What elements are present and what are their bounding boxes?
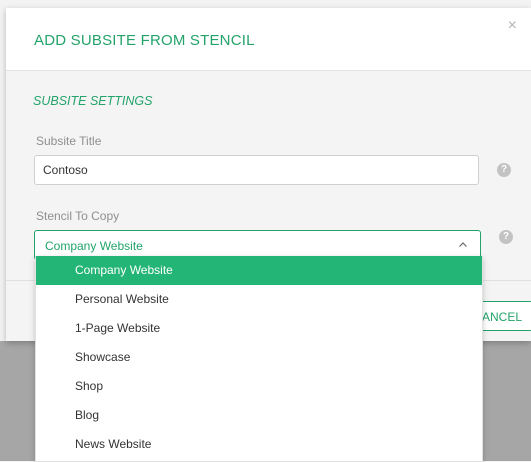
subsite-title-input[interactable] <box>34 155 479 185</box>
modal-header: ADD SUBSITE FROM STENCIL × <box>6 8 531 71</box>
help-icon[interactable]: ? <box>499 230 513 244</box>
modal-title: ADD SUBSITE FROM STENCIL <box>34 32 255 49</box>
dropdown-option[interactable]: Showcase <box>36 343 482 372</box>
section-title: SUBSITE SETTINGS <box>33 94 153 108</box>
dropdown-option[interactable]: Shop <box>36 372 482 401</box>
dropdown-option[interactable]: Blog <box>36 401 482 430</box>
dropdown-option[interactable]: 1-Page Website <box>36 314 482 343</box>
subsite-title-label: Subsite Title <box>36 134 102 148</box>
dropdown-option[interactable]: News Website <box>36 430 482 459</box>
help-icon[interactable]: ? <box>497 163 511 177</box>
close-icon[interactable]: × <box>508 18 517 34</box>
dropdown-option[interactable]: Personal Website <box>36 285 482 314</box>
cancel-button[interactable]: CANCEL <box>475 301 531 331</box>
dropdown-option[interactable]: Company Website <box>36 256 482 285</box>
stencil-label: Stencil To Copy <box>36 209 120 223</box>
stencil-dropdown-list: Company Website Personal Website 1-Page … <box>35 256 483 462</box>
stencil-selected-value: Company Website <box>45 239 143 253</box>
chevron-up-icon <box>459 242 467 247</box>
